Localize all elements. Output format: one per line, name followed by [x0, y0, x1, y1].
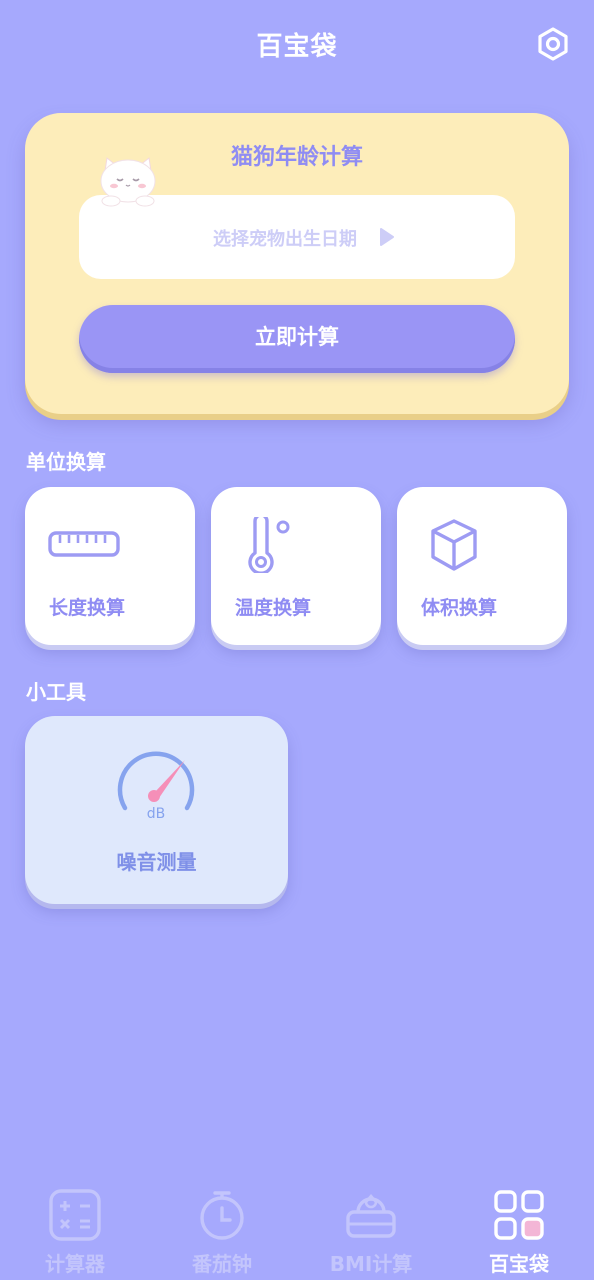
birth-date-picker[interactable]: 选择宠物出生日期 [79, 195, 515, 279]
nav-tab-bmi-label: BMI计算 [329, 1252, 413, 1276]
length-conversion-card[interactable]: 长度换算 [25, 487, 195, 645]
settings-button[interactable] [536, 27, 570, 61]
bottom-navigation: 计算器 番茄钟 BMI计算 百宝袋 [0, 1180, 594, 1280]
noise-measure-label: 噪音测量 [116, 850, 197, 874]
calculator-icon [49, 1189, 101, 1241]
page-title: 百宝袋 [256, 32, 338, 62]
decibel-label: dB [147, 806, 166, 822]
volume-conversion-label: 体积换算 [421, 597, 498, 619]
nav-tab-toolbox-label: 百宝袋 [489, 1252, 549, 1276]
nav-tab-pomodoro-label: 番茄钟 [192, 1252, 252, 1276]
nav-tab-calculator-label: 计算器 [45, 1252, 105, 1276]
pet-age-card: 猫狗年龄计算 选择宠物出生日期 立即计算 [25, 113, 569, 414]
decibel-gauge-icon: dB [117, 751, 195, 822]
grid-icon [494, 1190, 544, 1240]
cube-icon [431, 519, 477, 571]
cat-mascot-icon [100, 157, 156, 207]
thermometer-icon [248, 517, 290, 573]
birth-date-placeholder: 选择宠物出生日期 [213, 229, 357, 250]
nav-tab-bmi[interactable]: BMI计算 [296, 1180, 446, 1280]
nav-tab-toolbox[interactable]: 百宝袋 [444, 1180, 594, 1280]
noise-measure-card[interactable]: dB 噪音测量 [25, 716, 288, 904]
length-conversion-label: 长度换算 [49, 597, 126, 619]
temperature-conversion-label: 温度换算 [235, 597, 312, 619]
scale-icon [346, 1193, 396, 1238]
timer-icon [200, 1191, 244, 1240]
tools-section-title: 小工具 [26, 680, 86, 704]
header: 百宝袋 [0, 0, 594, 86]
temperature-conversion-card[interactable]: 温度换算 [211, 487, 381, 645]
play-arrow-icon [380, 228, 394, 246]
settings-ring-icon [538, 27, 568, 61]
nav-tab-pomodoro[interactable]: 番茄钟 [147, 1180, 297, 1280]
calculate-now-button[interactable]: 立即计算 [79, 305, 515, 373]
nav-tab-calculator[interactable]: 计算器 [0, 1180, 150, 1280]
unit-section-title: 单位换算 [26, 450, 106, 474]
ruler-icon [48, 531, 120, 557]
volume-conversion-card[interactable]: 体积换算 [397, 487, 567, 645]
